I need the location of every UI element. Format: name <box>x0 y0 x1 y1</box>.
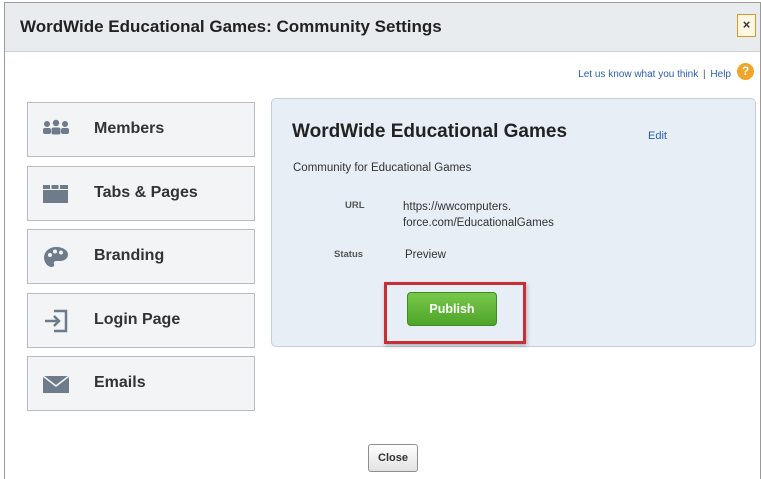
community-description: Community for Educational Games <box>293 162 472 174</box>
community-name: WordWide Educational Games <box>292 121 568 142</box>
nav-login-page-button[interactable]: Login Page <box>27 293 255 348</box>
nav-branding-button[interactable]: Branding <box>27 229 255 284</box>
login-icon <box>45 309 68 333</box>
status-value: Preview <box>405 249 446 261</box>
dialog-title: WordWide Educational Games: Community Se… <box>20 17 442 36</box>
help-icon[interactable]: ? <box>737 63 754 80</box>
edit-link[interactable]: Edit <box>648 130 667 142</box>
publish-button[interactable]: Publish <box>407 292 497 326</box>
nav-branding-label: Branding <box>94 247 165 264</box>
dialog-close-icon[interactable]: × <box>737 14 756 37</box>
members-icon <box>43 119 69 135</box>
feedback-link[interactable]: Let us know what you think <box>578 69 698 80</box>
nav-tabs-pages-label: Tabs & Pages <box>94 184 198 201</box>
help-link[interactable]: Help <box>710 69 731 80</box>
dialog-titlebar: WordWide Educational Games: Community Se… <box>5 3 760 52</box>
community-url-line2: force.com/EducationalGames <box>403 217 554 229</box>
close-button[interactable]: Close <box>368 444 418 472</box>
nav-members-button[interactable]: Members <box>27 102 255 157</box>
status-label: Status <box>334 249 364 260</box>
link-separator: | <box>703 69 706 80</box>
nav-emails-button[interactable]: Emails <box>27 356 255 411</box>
nav-login-page-label: Login Page <box>94 311 181 328</box>
nav-emails-label: Emails <box>94 374 146 391</box>
community-url-line1: https://wwcomputers. <box>403 201 512 213</box>
tabs-icon <box>43 185 68 203</box>
envelope-icon <box>42 375 70 393</box>
nav-members-label: Members <box>94 120 165 137</box>
url-label: URL <box>345 200 365 211</box>
feedback-links: Let us know what you think | Help <box>578 69 731 80</box>
nav-tabs-pages-button[interactable]: Tabs & Pages <box>27 166 255 221</box>
palette-icon <box>44 247 68 267</box>
